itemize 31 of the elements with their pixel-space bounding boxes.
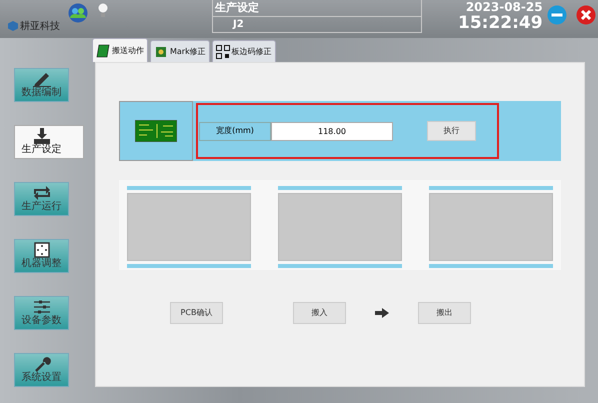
nav-button[interactable]: 设备参数: [14, 296, 69, 330]
load-button[interactable]: 搬入: [293, 302, 346, 324]
tab[interactable]: 板边码修正: [212, 40, 276, 62]
right-arrow-icon: [375, 308, 389, 318]
execute-button[interactable]: 执行: [427, 121, 476, 141]
nav-button[interactable]: 机器调整: [14, 239, 69, 273]
qr-code-icon: [216, 44, 230, 58]
close-button[interactable]: [576, 5, 596, 25]
date-text: 2023-08-25: [466, 1, 543, 14]
minimize-button[interactable]: [546, 5, 567, 25]
width-input[interactable]: 118.00: [271, 122, 393, 140]
time-text: 15:22:49: [458, 14, 543, 32]
pcb-confirm-button[interactable]: PCB确认: [170, 302, 223, 324]
field-label: 宽度(mm): [199, 122, 271, 140]
nav-button[interactable]: 生产运行: [14, 182, 69, 216]
page-title: 生产设定: [212, 0, 422, 17]
nav-button[interactable]: 生产设定: [14, 125, 84, 159]
pencil-icon: [30, 71, 52, 87]
nav-button[interactable]: 数据编制: [14, 68, 69, 102]
logo-text: 耕亚科技: [20, 20, 60, 34]
circuit-board-icon: [154, 44, 168, 58]
subtitle: J2: [212, 17, 422, 33]
slanted-bar-icon: [96, 44, 110, 58]
nav-button[interactable]: 系统设置: [14, 353, 69, 387]
tab[interactable]: 搬送动作: [92, 38, 148, 62]
unload-button[interactable]: 搬出: [418, 302, 471, 324]
circuit-board-icon: [135, 120, 177, 142]
cube-logo-icon: [8, 21, 18, 31]
lightbulb-icon: [98, 3, 108, 19]
users-icon[interactable]: [68, 3, 88, 23]
tab[interactable]: Mark修正: [150, 40, 210, 62]
